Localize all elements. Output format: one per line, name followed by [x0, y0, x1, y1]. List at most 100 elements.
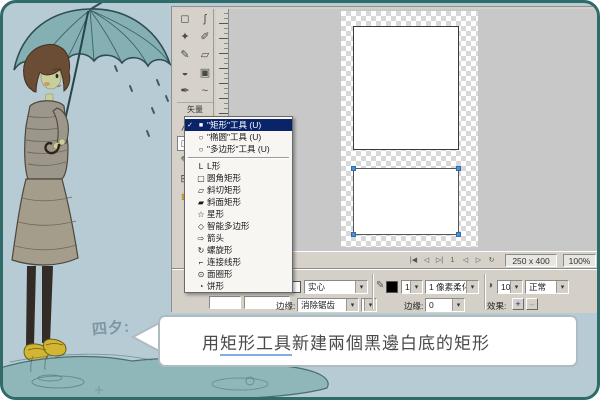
- menu-item-label: "多边形"工具 (U): [207, 143, 292, 155]
- selection-handle[interactable]: [351, 166, 356, 171]
- menu-item-label: 箭头: [207, 232, 292, 244]
- caption-prefix: 用: [202, 334, 220, 353]
- menu-item-0[interactable]: ✓■"矩形"工具 (U): [185, 119, 292, 131]
- menu-item-2[interactable]: ○"多边形"工具 (U): [185, 143, 292, 155]
- frame-nav-button[interactable]: |◀: [408, 255, 419, 267]
- menu-shape-icon: ■: [195, 122, 207, 129]
- frame-nav-button[interactable]: ▷: [473, 255, 484, 267]
- menu-item-label: "矩形"工具 (U): [207, 119, 292, 131]
- menu-shape-icon: ⊙: [195, 270, 207, 279]
- menu-shape-icon: ▰: [195, 198, 207, 207]
- girl: [12, 44, 78, 361]
- stage: ◻ʃ✦✐✎▱◒▣✒~矢量╱✒□A✎╲⊞◎◙◍ |◀◁▷|1◁▷↻ 250 x 4…: [0, 0, 600, 400]
- fill-edge-select[interactable]: 消除锯齿: [297, 298, 359, 312]
- magic-wand-tool-icon[interactable]: ✦: [177, 30, 193, 45]
- frame-nav-button[interactable]: ◁: [421, 255, 432, 267]
- pencil-stroke-icon: ✎: [376, 280, 384, 291]
- menu-item-label: 星形: [207, 208, 292, 220]
- author-signature: 四夕:: [91, 315, 131, 339]
- rectangle-object-1[interactable]: [353, 26, 459, 150]
- menu-shape-icon: ⇨: [195, 234, 207, 243]
- frame-nav-button[interactable]: ↻: [486, 255, 497, 267]
- speech-bubble-tail: [131, 320, 161, 354]
- menu-shape-icon: ↻: [195, 246, 207, 255]
- rectangle-object-2[interactable]: [353, 168, 459, 235]
- opacity-icon: ◑: [487, 280, 493, 291]
- menu-shape-icon: ▢: [195, 174, 207, 183]
- menu-shape-icon: ⌐: [195, 258, 207, 267]
- menu-shape-icon: L: [195, 162, 207, 171]
- menu-item-label: 智能多边形: [207, 220, 292, 232]
- menu-item-12[interactable]: ⌐连接线形: [185, 256, 292, 268]
- object-name-input[interactable]: [209, 296, 241, 309]
- rain-drops: [115, 66, 168, 136]
- smudge-tool-icon[interactable]: ~: [197, 84, 213, 99]
- canvas-size-indicator: 250 x 400: [505, 254, 557, 267]
- frame-nav-buttons: |◀◁▷|1◁▷↻: [408, 255, 497, 267]
- fill-type-select[interactable]: 实心: [304, 280, 368, 294]
- blend-mode-select[interactable]: 正常: [525, 280, 569, 294]
- selection-handle[interactable]: [351, 232, 356, 237]
- menu-shape-icon: ◔: [195, 282, 207, 291]
- eraser-tool-icon[interactable]: ▱: [197, 48, 213, 63]
- pencil-tool-icon[interactable]: ✎: [177, 48, 193, 63]
- blur-tool-icon[interactable]: ◒: [177, 66, 193, 81]
- menu-item-1[interactable]: ○"椭圆"工具 (U): [185, 131, 292, 143]
- menu-item-label: "椭圆"工具 (U): [207, 131, 292, 143]
- stroke-color-swatch[interactable]: [386, 281, 398, 293]
- menu-item-label: 饼形: [207, 280, 292, 292]
- brush-tool-icon[interactable]: ✐: [197, 30, 213, 45]
- menu-shape-icon: ○: [195, 145, 207, 154]
- umbrella: [14, 0, 170, 146]
- menu-shape-icon: ◇: [195, 222, 207, 231]
- stroke-edge-select[interactable]: 0: [425, 298, 465, 312]
- menu-item-label: L形: [207, 160, 292, 172]
- stroke-category-select[interactable]: 1 像素柔化: [425, 280, 479, 294]
- texture-amount-select[interactable]: [361, 298, 377, 312]
- speech-bubble: 用矩形工具新建兩個黑邊白底的矩形: [158, 315, 578, 367]
- rubber-stamp-tool-icon[interactable]: ▣: [197, 66, 213, 81]
- menu-item-5[interactable]: ▢圆角矩形: [185, 172, 292, 184]
- zoom-level-indicator[interactable]: 100%: [563, 254, 596, 267]
- selection-handle[interactable]: [456, 166, 461, 171]
- menu-item-label: 斜切矩形: [207, 184, 292, 196]
- marquee-tool-icon[interactable]: ◻: [177, 12, 193, 27]
- effects-label: 效果:: [487, 300, 506, 312]
- menu-item-13[interactable]: ⊙面圈形: [185, 268, 292, 280]
- menu-shape-icon: ☆: [195, 210, 207, 219]
- opacity-select[interactable]: 100: [497, 280, 523, 294]
- menu-item-10[interactable]: ⇨箭头: [185, 232, 292, 244]
- fill-edge-label: 边缘:: [276, 300, 295, 312]
- menu-check-icon: ✓: [185, 121, 195, 129]
- rectangle-tool-flyout-menu: ✓■"矩形"工具 (U)○"椭圆"工具 (U)○"多边形"工具 (U)LL形▢圆…: [184, 116, 293, 293]
- frame-nav-button[interactable]: ▷|: [434, 255, 445, 267]
- tools-section-label: 矢量: [177, 102, 213, 115]
- frame-nav-button[interactable]: ◁: [460, 255, 471, 267]
- canvas-transparent-background: [341, 11, 478, 247]
- frame-nav-button[interactable]: 1: [447, 255, 458, 267]
- menu-shape-icon: ▱: [195, 186, 207, 195]
- menu-item-4[interactable]: LL形: [185, 160, 292, 172]
- stroke-edge-label: 边缘:: [404, 300, 423, 312]
- selection-handle[interactable]: [456, 232, 461, 237]
- tutorial-card-frame: ◻ʃ✦✐✎▱◒▣✒~矢量╱✒□A✎╲⊞◎◙◍ |◀◁▷|1◁▷↻ 250 x 4…: [0, 0, 600, 400]
- menu-item-label: 斜面矩形: [207, 196, 292, 208]
- menu-item-14[interactable]: ◔饼形: [185, 280, 292, 292]
- caption-text: 用矩形工具新建兩個黑邊白底的矩形: [202, 329, 490, 354]
- remove-effect-button[interactable]: –: [526, 298, 538, 310]
- menu-item-11[interactable]: ↻螺旋形: [185, 244, 292, 256]
- menu-item-label: 面圈形: [207, 268, 292, 280]
- vector-path-tool-icon[interactable]: ✒: [177, 84, 193, 99]
- menu-item-label: 圆角矩形: [207, 172, 292, 184]
- menu-item-7[interactable]: ▰斜面矩形: [185, 196, 292, 208]
- menu-item-8[interactable]: ☆星形: [185, 208, 292, 220]
- fireworks-app-window: ◻ʃ✦✐✎▱◒▣✒~矢量╱✒□A✎╲⊞◎◙◍ |◀◁▷|1◁▷↻ 250 x 4…: [171, 6, 597, 312]
- add-effect-button[interactable]: +: [512, 298, 524, 310]
- menu-separator: [188, 157, 289, 158]
- menu-item-label: 螺旋形: [207, 244, 292, 256]
- stroke-size-select[interactable]: 1: [401, 280, 423, 294]
- menu-item-9[interactable]: ◇智能多边形: [185, 220, 292, 232]
- menu-shape-icon: ○: [195, 133, 207, 142]
- menu-item-6[interactable]: ▱斜切矩形: [185, 184, 292, 196]
- lasso-tool-icon[interactable]: ʃ: [197, 12, 213, 27]
